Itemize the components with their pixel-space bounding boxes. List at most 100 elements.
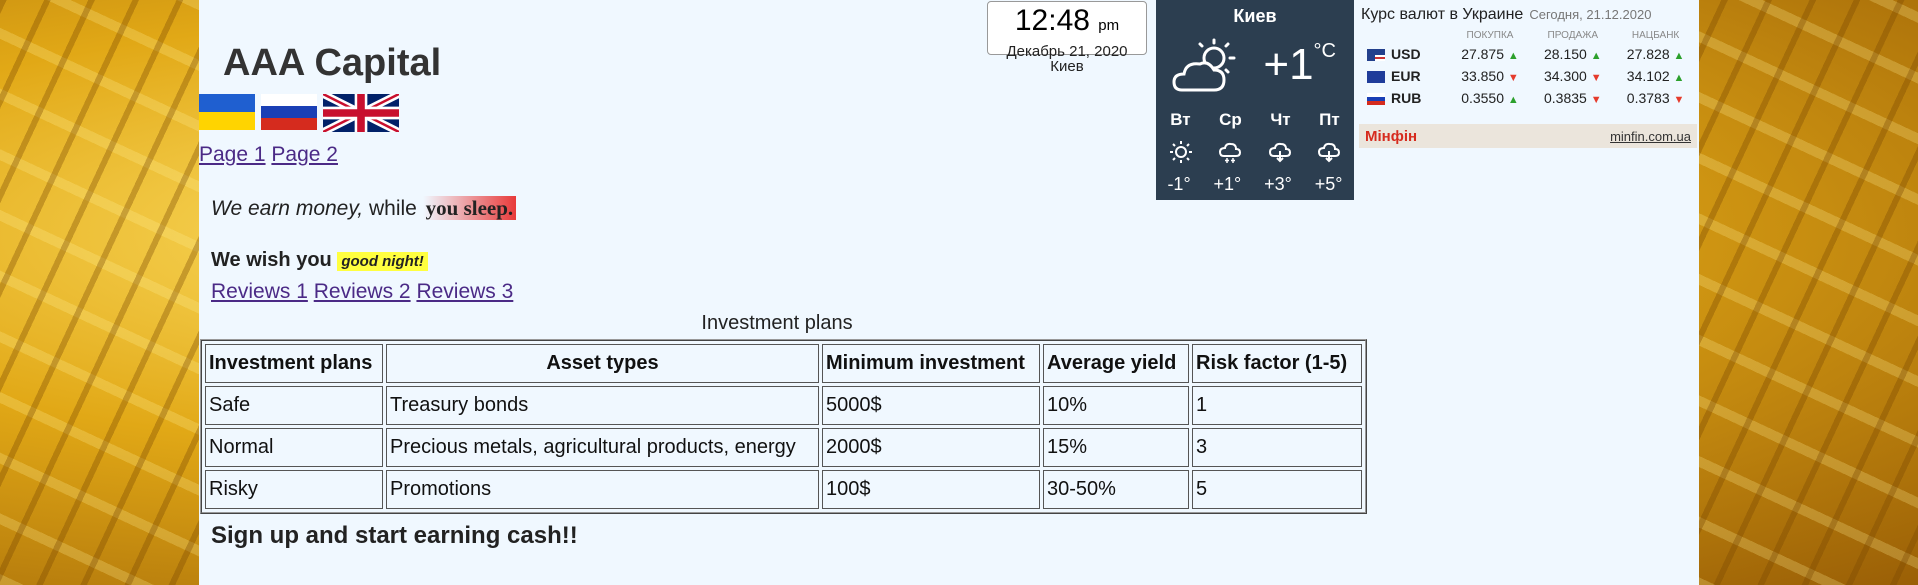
currency-col-header: ПРОДАЖА: [1547, 30, 1599, 41]
weather-unit: °C: [1313, 40, 1336, 62]
forecast-temp: +5°: [1314, 174, 1343, 194]
arrow-down-icon: ▼: [1507, 72, 1519, 84]
col-header: Average yield: [1043, 344, 1189, 383]
eu-flag-icon: [1367, 71, 1385, 84]
main-content: AAA Capital Page 1 Page 2 We earn money,…: [199, 0, 1699, 585]
table-cell: 2000$: [822, 428, 1040, 467]
currency-sell: 34.300: [1543, 68, 1587, 84]
currency-sell: 0.3835: [1543, 90, 1587, 106]
currency-buy: 33.850: [1461, 68, 1505, 84]
currency-widget: Курс валют в Украине Сегодня, 21.12.2020 …: [1359, 2, 1697, 152]
site-title: AAA Capital: [223, 42, 442, 84]
table-cell: 5000$: [822, 386, 1040, 425]
currency-nbu: 34.102: [1626, 68, 1670, 84]
reviews-3-link[interactable]: Reviews 3: [416, 280, 513, 303]
currency-nbu: 0.3783: [1626, 90, 1670, 106]
rain-cloud-icon: [1318, 142, 1341, 163]
snow-cloud-icon: [1219, 142, 1242, 163]
usa-flag-icon: [1367, 49, 1385, 62]
tagline-sleep: you sleep.: [422, 196, 517, 220]
currency-table: ПОКУПКА ПРОДАЖА НАЦБАНК USD 27.875 ▲ 28.…: [1359, 28, 1697, 109]
arrow-up-icon: ▲: [1673, 72, 1685, 84]
russia-flag-icon: [1367, 93, 1385, 106]
page-1-link[interactable]: Page 1: [199, 143, 266, 166]
tagline-part-1: We earn money,: [211, 197, 364, 220]
currency-row-eur: EUR 33.850 ▼ 34.300 ▼ 34.102 ▲: [1359, 65, 1697, 87]
currency-row-usd: USD 27.875 ▲ 28.150 ▲ 27.828 ▲: [1359, 43, 1697, 65]
currency-footer: Мінфін minfin.com.ua: [1359, 124, 1697, 148]
forecast-day: Вт: [1170, 110, 1191, 129]
wish-text: We wish you good night!: [211, 249, 428, 272]
reviews-nav: Reviews 1 Reviews 2 Reviews 3: [211, 280, 513, 304]
currency-code: EUR: [1391, 68, 1421, 84]
minfin-site-link[interactable]: minfin.com.ua: [1610, 129, 1691, 144]
sun-icon: [1169, 141, 1192, 163]
table-cell: 3: [1192, 428, 1362, 467]
col-header: Asset types: [386, 344, 819, 383]
table-cell: 30-50%: [1043, 470, 1189, 509]
table-cell: Promotions: [386, 470, 819, 509]
table-cell: Normal: [205, 428, 383, 467]
flag-russia-icon[interactable]: [261, 94, 317, 130]
table-row: Normal Precious metals, agricultural pro…: [205, 428, 1362, 467]
rain-cloud-icon: [1268, 142, 1291, 163]
signup-call-to-action: Sign up and start earning cash!!: [211, 522, 578, 549]
wish-label: We wish you: [211, 249, 338, 271]
col-header: Investment plans: [205, 344, 383, 383]
clock-widget: 12:48 pm Декабрь 21, 2020: [987, 1, 1147, 60]
currency-sell: 28.150: [1543, 46, 1587, 62]
arrow-up-icon: ▲: [1507, 50, 1519, 62]
table-cell: 100$: [822, 470, 1040, 509]
page-nav: Page 1 Page 2: [199, 143, 338, 167]
table-cell: Safe: [205, 386, 383, 425]
table-cell: 10%: [1043, 386, 1189, 425]
reviews-1-link[interactable]: Reviews 1: [211, 280, 308, 303]
arrow-down-icon: ▼: [1590, 72, 1602, 84]
weather-temp: +1: [1263, 40, 1314, 89]
page-2-link[interactable]: Page 2: [271, 143, 338, 166]
col-header: Risk factor (1-5): [1192, 344, 1362, 383]
arrow-down-icon: ▼: [1673, 94, 1685, 106]
arrow-up-icon: ▲: [1507, 94, 1519, 106]
forecast-temp: -1°: [1167, 174, 1191, 194]
currency-col-empty: [1359, 28, 1449, 43]
currency-date: Сегодня, 21.12.2020: [1529, 7, 1652, 22]
table-cell: Precious metals, agricultural products, …: [386, 428, 819, 467]
flag-ukraine-icon[interactable]: [199, 94, 255, 130]
table-row: Safe Treasury bonds 5000$ 10% 1: [205, 386, 1362, 425]
currency-col-header: ПОКУПКА: [1466, 30, 1514, 41]
currency-title: Курс валют в Украине: [1361, 6, 1524, 23]
clock-ampm: pm: [1098, 17, 1120, 34]
table-caption: Investment plans: [701, 312, 853, 334]
language-flags: [199, 94, 399, 132]
arrow-up-icon: ▲: [1590, 50, 1602, 62]
good-night-highlight: good night!: [337, 252, 428, 271]
forecast-day: Чт: [1270, 110, 1291, 129]
currency-buy: 0.3550: [1461, 90, 1505, 106]
table-cell: Risky: [205, 470, 383, 509]
flag-uk-icon[interactable]: [323, 94, 399, 132]
table-header-row: Investment plans Asset types Minimum inv…: [205, 344, 1362, 383]
weather-widget[interactable]: Киев +1°C Вт Ср Чт Пт -1° +1° +3° +5°: [1156, 0, 1354, 200]
table-cell: 15%: [1043, 428, 1189, 467]
table-row: Risky Promotions 100$ 30-50% 5: [205, 470, 1362, 509]
clock-city: Киев: [1050, 58, 1084, 75]
col-header: Minimum investment: [822, 344, 1040, 383]
forecast-temps: -1° +1° +3° +5°: [1156, 174, 1354, 195]
investment-plans-table: Investment plans Asset types Minimum inv…: [200, 339, 1367, 514]
table-cell: 1: [1192, 386, 1362, 425]
forecast-icons: [1156, 140, 1354, 164]
tagline-part-2: while: [363, 197, 423, 220]
partly-cloudy-icon: [1172, 38, 1236, 92]
reviews-2-link[interactable]: Reviews 2: [314, 280, 411, 303]
weather-city: Киев: [1233, 6, 1277, 26]
clock-time: 12:48: [1014, 4, 1090, 37]
forecast-days: Вт Ср Чт Пт: [1156, 110, 1354, 130]
forecast-temp: +3°: [1264, 174, 1292, 194]
currency-row-rub: RUB 0.3550 ▲ 0.3835 ▼ 0.3783 ▼: [1359, 87, 1697, 109]
arrow-up-icon: ▲: [1673, 50, 1685, 62]
currency-col-header: НАЦБАНК: [1631, 30, 1680, 41]
minfin-logo[interactable]: Мінфін: [1365, 128, 1417, 145]
table-cell: 5: [1192, 470, 1362, 509]
forecast-day: Пт: [1319, 110, 1340, 129]
